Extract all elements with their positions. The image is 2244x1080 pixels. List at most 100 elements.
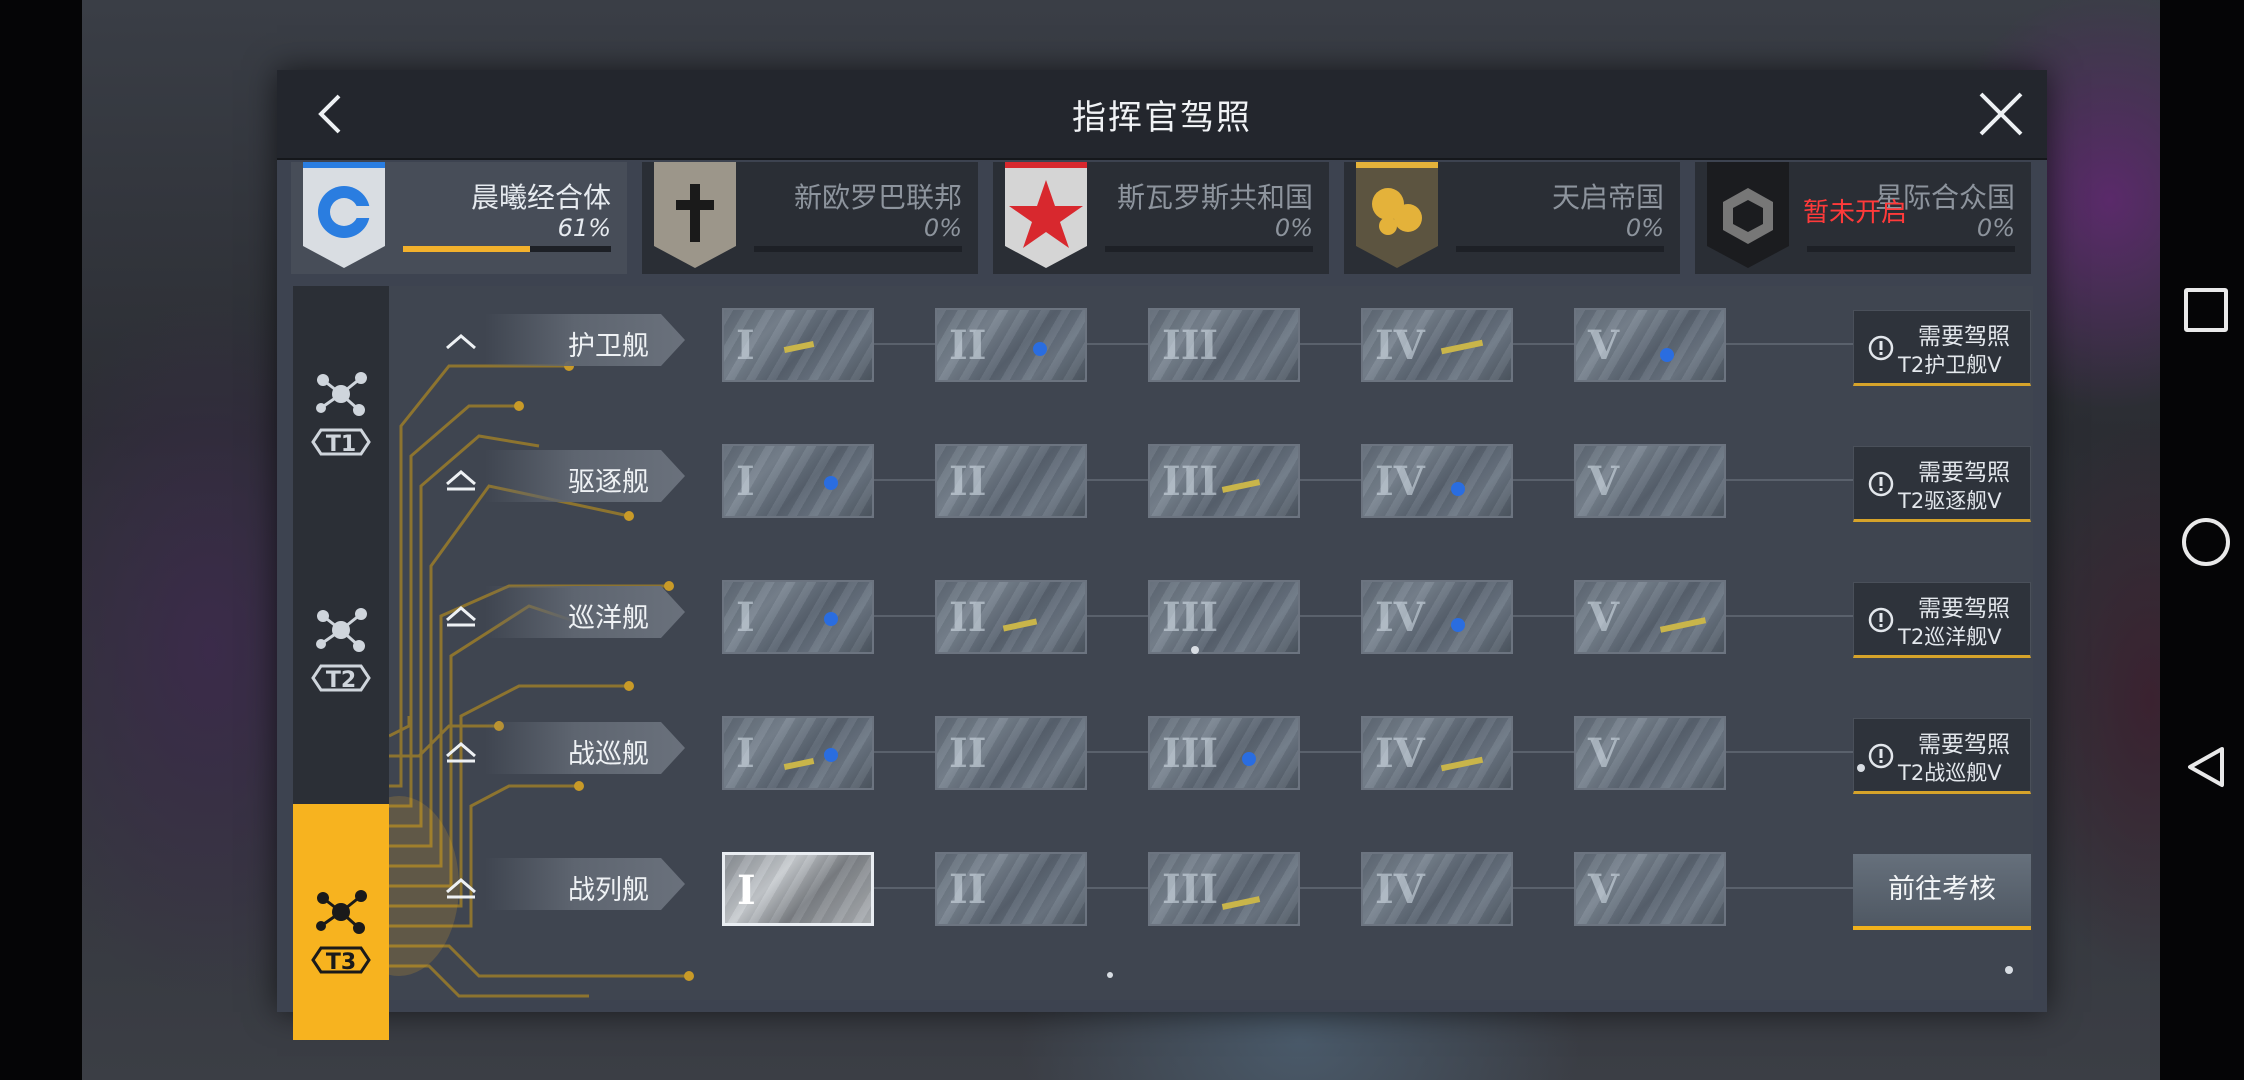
license-requirement: 需要驾照 T2巡洋舰V <box>1853 582 2031 658</box>
license-card[interactable]: V <box>1574 716 1726 790</box>
tier-label: T2 <box>325 668 357 693</box>
ship-class-label: 巡洋舰 <box>485 586 685 638</box>
hull-stripe <box>783 340 815 354</box>
hexagon-emblem-icon <box>1703 162 1793 272</box>
row-connector <box>733 479 1953 481</box>
dawn-emblem-icon <box>299 162 389 272</box>
faction-progress-fill <box>403 246 530 252</box>
license-level: III <box>1162 322 1219 369</box>
license-card[interactable]: II <box>935 580 1087 654</box>
ship-class-label: 战列舰 <box>485 858 685 910</box>
faction-percent: 0% <box>1625 214 1664 242</box>
license-card[interactable]: I <box>722 444 874 518</box>
faction-name: 晨曦经合体 <box>470 181 611 214</box>
double-chevron-up-icon <box>446 742 476 763</box>
faction-tab[interactable]: 斯瓦罗斯共和国 0% <box>993 162 1329 274</box>
requirement-detail: T2驱逐舰V <box>1898 489 2002 513</box>
requirement-detail: T2护卫舰V <box>1898 353 2002 377</box>
chevron-up-icon <box>446 334 476 350</box>
hull-stripe <box>1221 479 1261 493</box>
faction-percent: 0% <box>923 214 962 242</box>
hull-stripe <box>783 757 815 771</box>
faction-tab[interactable]: 新欧罗巴联邦 0% <box>642 162 978 274</box>
blue-light-icon <box>1033 342 1047 356</box>
license-card[interactable]: I <box>722 852 874 926</box>
double-chevron-up-icon <box>446 606 476 627</box>
license-card[interactable]: V <box>1574 852 1726 926</box>
gold-orbs-emblem-icon <box>1352 162 1442 272</box>
row-connector <box>733 751 1953 753</box>
license-grid: T1 T2 T3 护卫舰 I II III IV V 需要驾照 T2护卫舰V 驱… <box>293 286 2033 1040</box>
requirement-title: 需要驾照 <box>1918 460 2010 486</box>
faction-percent: 61% <box>557 214 611 242</box>
license-card[interactable]: V <box>1574 444 1726 518</box>
tier-label: T3 <box>325 950 357 975</box>
license-level: III <box>1162 730 1219 777</box>
license-card[interactable]: II <box>935 716 1087 790</box>
license-card[interactable]: II <box>935 444 1087 518</box>
license-level: I <box>736 458 755 505</box>
home-button[interactable] <box>2182 518 2230 566</box>
hull-stripe <box>1002 618 1038 632</box>
red-star-emblem-icon <box>1001 162 1091 272</box>
license-level: V <box>1588 866 1620 913</box>
faction-tab[interactable]: 晨曦经合体 61% <box>291 162 627 274</box>
license-level: I <box>736 594 755 641</box>
ship-class-label: 战巡舰 <box>485 722 685 774</box>
system-back-button[interactable] <box>2184 745 2228 789</box>
faction-tab[interactable]: 天启帝国 0% <box>1344 162 1680 274</box>
license-requirement: 需要驾照 T2战巡舰V <box>1853 718 2031 794</box>
row-connector <box>733 343 1953 345</box>
license-card[interactable]: II <box>935 852 1087 926</box>
license-card[interactable]: IV <box>1361 444 1513 518</box>
recent-apps-button[interactable] <box>2184 288 2228 332</box>
faction-name: 斯瓦罗斯共和国 <box>1116 181 1313 214</box>
faction-tab[interactable]: 星际合众国 0% 暂未开启 <box>1695 162 2031 274</box>
license-level: II <box>949 594 987 641</box>
license-card[interactable]: II <box>935 308 1087 382</box>
blue-light-icon <box>1451 482 1465 496</box>
row-connector <box>733 615 1953 617</box>
ship-class-label: 驱逐舰 <box>485 450 685 502</box>
alert-icon <box>1868 743 1894 769</box>
ship-class-name: 战巡舰 <box>568 739 649 770</box>
hull-stripe <box>1440 756 1484 772</box>
license-card[interactable]: III <box>1148 716 1300 790</box>
blue-light-icon <box>1242 752 1256 766</box>
license-card[interactable]: V <box>1574 308 1726 382</box>
ship-class-label: 护卫舰 <box>485 314 685 366</box>
license-row: 巡洋舰 I II III IV V 需要驾照 T2巡洋舰V <box>293 566 2033 666</box>
license-level: IV <box>1375 730 1425 777</box>
locked-label: 暂未开启 <box>1803 198 1908 228</box>
license-card[interactable]: IV <box>1361 580 1513 654</box>
license-card[interactable]: IV <box>1361 852 1513 926</box>
license-card[interactable]: I <box>722 580 874 654</box>
hull-stripe <box>1659 617 1707 633</box>
license-card[interactable]: I <box>722 716 874 790</box>
particle <box>1191 646 1199 654</box>
double-chevron-up-icon <box>446 878 476 899</box>
blue-light-icon <box>824 748 838 762</box>
license-card[interactable]: IV <box>1361 308 1513 382</box>
ship-class-name: 巡洋舰 <box>568 603 649 634</box>
blue-light-icon <box>1660 348 1674 362</box>
license-card[interactable]: III <box>1148 308 1300 382</box>
license-card[interactable]: III <box>1148 580 1300 654</box>
license-card[interactable]: I <box>722 308 874 382</box>
particle <box>1107 972 1113 978</box>
license-level: V <box>1588 322 1620 369</box>
blue-light-icon <box>824 612 838 626</box>
license-card[interactable]: IV <box>1361 716 1513 790</box>
license-level: I <box>736 322 755 369</box>
license-card[interactable]: III <box>1148 444 1300 518</box>
license-card[interactable]: III <box>1148 852 1300 926</box>
faction-name: 天启帝国 <box>1551 181 1664 214</box>
faction-progress-bar <box>1807 246 2015 252</box>
license-card[interactable]: V <box>1574 580 1726 654</box>
license-row: 护卫舰 I II III IV V 需要驾照 T2护卫舰V <box>293 294 2033 394</box>
particle <box>2005 966 2013 974</box>
go-exam-button[interactable]: 前往考核 <box>1853 854 2031 930</box>
close-icon[interactable] <box>1977 90 2025 138</box>
license-level: IV <box>1375 594 1425 641</box>
license-row: 驱逐舰 I II III IV V 需要驾照 T2驱逐舰V <box>293 430 2033 530</box>
